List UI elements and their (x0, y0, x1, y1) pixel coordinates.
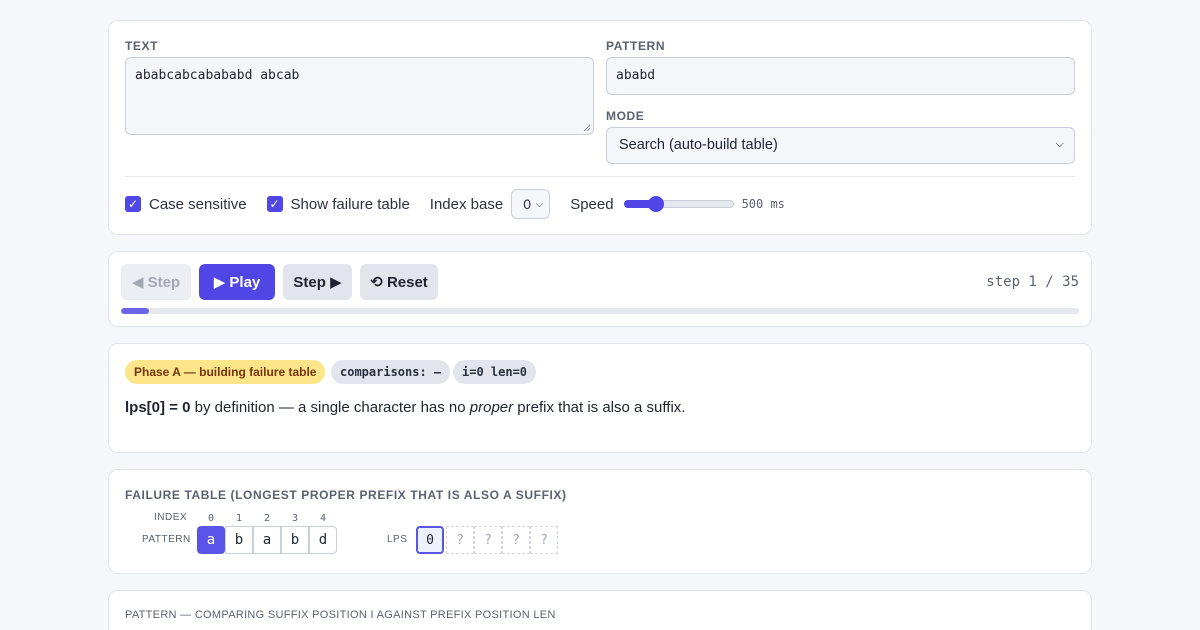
indices-badge: i=0 len=0 (453, 360, 537, 384)
checkbox-checked-icon[interactable]: ✓ (266, 196, 283, 212)
explanation-bold: lps[0] = 0 (125, 399, 191, 416)
resize-grip-icon[interactable] (583, 124, 591, 132)
pattern-input[interactable]: ababd (606, 57, 1075, 95)
pattern-label: PATTERN (606, 39, 666, 53)
text-input-value: ababcabcabababd abcab (135, 68, 300, 83)
index-number: 4 (319, 513, 327, 524)
compare-panel: PATTERN — COMPARING SUFFIX POSITION I AG… (108, 590, 1092, 630)
failure-table-panel: FAILURE TABLE (LONGEST PROPER PREFIX THA… (108, 469, 1092, 574)
progress-bar (121, 308, 1079, 314)
index-number: 2 (263, 513, 271, 524)
index-base-value: 0 (523, 196, 531, 212)
speed-control: Speed 500 ms (570, 194, 785, 214)
lps-cell: ? (474, 526, 502, 554)
pattern-char-cell: b (281, 526, 309, 554)
index-base-control: Index base 0 ⌵ (429, 189, 551, 219)
lps-cell: ? (502, 526, 530, 554)
lps-cell: ? (530, 526, 558, 554)
step-explanation: lps[0] = 0 by definition — a single char… (125, 399, 685, 416)
pattern-char-cell: a (253, 526, 281, 554)
pattern-char-cell: a (197, 526, 225, 554)
pattern-input-value: ababd (616, 68, 656, 83)
index-number: 3 (291, 513, 299, 524)
mode-select-value: Search (auto-build table) (619, 137, 778, 153)
phase-badge: Phase A — building failure table (125, 360, 326, 384)
slider-thumb[interactable] (648, 196, 664, 212)
lps-cell: ? (446, 526, 474, 554)
show-failure-table-label: Show failure table (290, 195, 410, 213)
index-row-label: INDEX (154, 512, 188, 523)
mode-select[interactable]: Search (auto-build table) ⌵ (606, 127, 1075, 164)
case-sensitive-label: Case sensitive (149, 195, 247, 213)
failure-table-title: FAILURE TABLE (LONGEST PROPER PREFIX THA… (125, 488, 567, 502)
status-panel: Phase A — building failure table compari… (108, 343, 1092, 453)
text-input[interactable]: ababcabcabababd abcab (125, 57, 594, 135)
step-forward-button[interactable]: Step ▶ (283, 264, 352, 300)
explanation-text: by definition — a single character has n… (190, 399, 470, 416)
lps-cell: 0 (416, 526, 444, 554)
chevron-down-icon: ⌵ (535, 198, 544, 210)
step-back-button[interactable]: ◀ Step (121, 264, 191, 300)
playback-controls: ◀ Step ▶ Play Step ▶ ⟲ Reset step 1 / 35 (108, 251, 1092, 327)
case-sensitive-toggle[interactable]: ✓ Case sensitive (125, 196, 247, 213)
pattern-row-label: PATTERN (142, 534, 191, 545)
chevron-down-icon: ⌵ (1055, 138, 1064, 150)
compare-panel-title: PATTERN — COMPARING SUFFIX POSITION I AG… (125, 609, 556, 621)
reset-button[interactable]: ⟲ Reset (360, 264, 438, 300)
speed-label: Speed (570, 195, 614, 213)
mode-label: MODE (606, 109, 645, 123)
divider (125, 176, 1075, 177)
progress-fill (121, 308, 149, 314)
comparisons-badge: comparisons: — (331, 360, 451, 384)
show-failure-table-toggle[interactable]: ✓ Show failure table (266, 195, 410, 213)
explanation-text-end: prefix that is also a suffix. (513, 399, 686, 416)
settings-panel: TEXT ababcabcabababd abcab PATTERN ababd… (108, 20, 1092, 235)
checkbox-checked-icon[interactable]: ✓ (125, 196, 141, 212)
text-label: TEXT (125, 39, 159, 53)
speed-slider[interactable] (623, 194, 734, 214)
index-number: 0 (207, 513, 215, 524)
speed-value: 500 ms (741, 197, 785, 211)
explanation-italic: proper (469, 399, 514, 416)
lps-row-label: LPS (387, 534, 408, 545)
pattern-char-cell: b (225, 526, 253, 554)
play-button[interactable]: ▶ Play (199, 264, 275, 300)
index-base-select[interactable]: 0 ⌵ (511, 189, 551, 219)
options-row: ✓ Case sensitive ✓ Show failure table In… (125, 189, 805, 219)
pattern-char-cell: d (309, 526, 337, 554)
step-counter: step 1 / 35 (986, 274, 1079, 290)
index-base-label: Index base (429, 195, 504, 213)
index-number: 1 (235, 513, 243, 524)
